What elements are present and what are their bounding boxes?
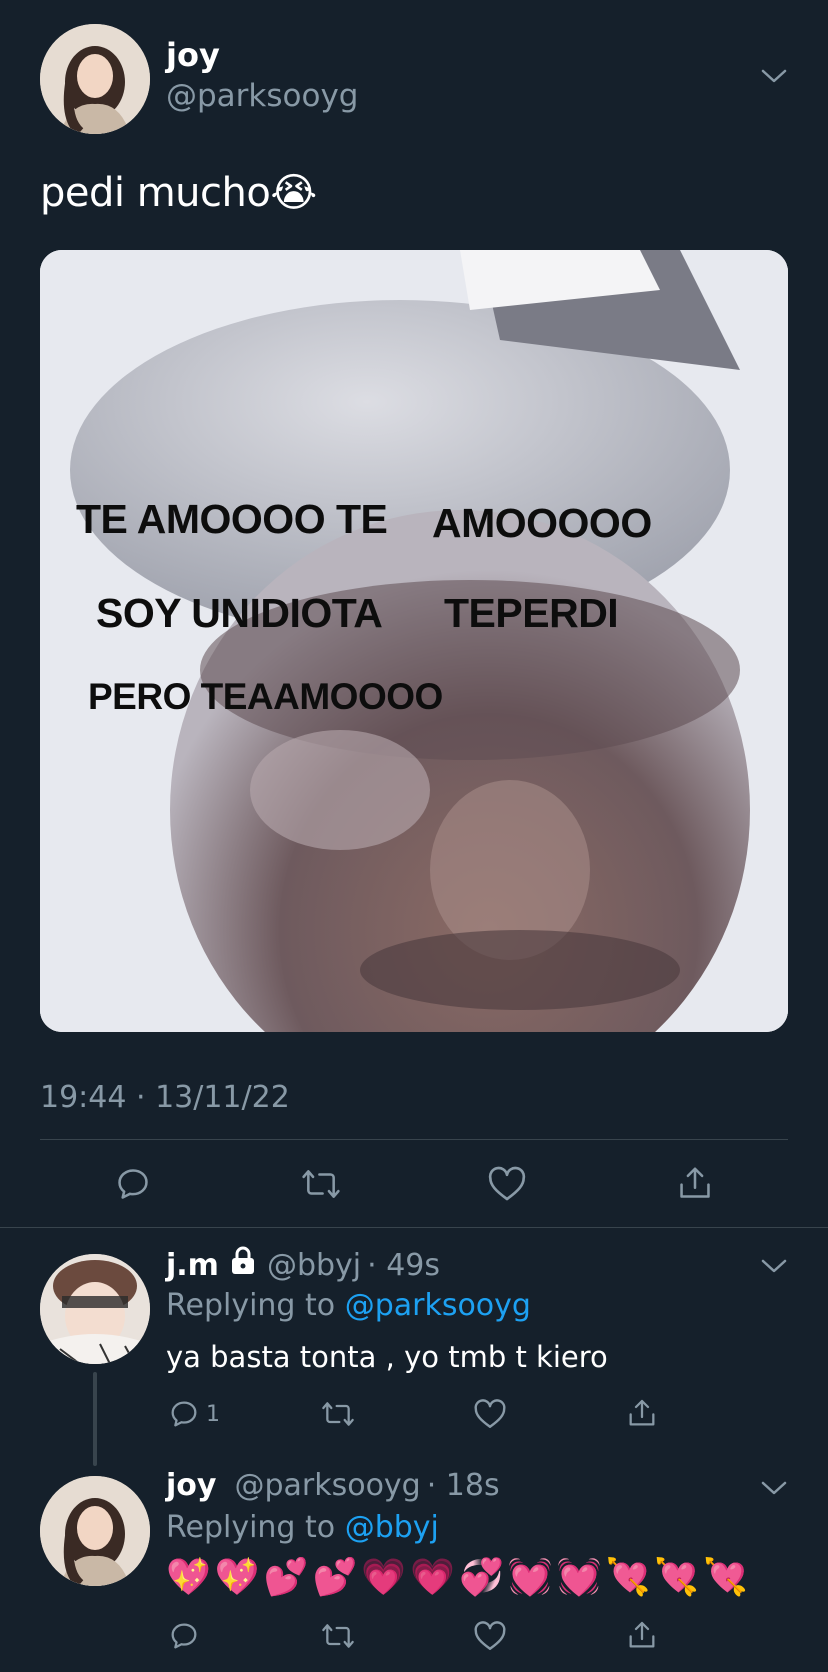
emoji: 💘 [605,1557,651,1598]
emoji: 💖 [166,1557,211,1598]
lock-icon [229,1246,257,1284]
retweet-button[interactable] [300,1165,342,1203]
heart-icon [473,1398,507,1430]
share-icon [626,1618,658,1652]
emoji: 💕 [263,1557,309,1598]
reply-author-handle[interactable]: @bbyj [267,1248,361,1283]
tweet-media-image[interactable]: TE AMOOOO TE AMOOOOO SOY UNIDIOTA TEPERD… [40,250,788,1032]
emoji: 💘 [654,1557,700,1598]
share-icon [676,1163,714,1203]
chevron-down-icon[interactable] [760,1256,788,1276]
retweet-icon [320,1398,356,1430]
tweet-timestamp[interactable]: 19:44 · 13/11/22 [40,1080,290,1115]
replying-to-label: Replying to [166,1288,336,1323]
tweet-text: pedi mucho😭 [40,170,317,216]
reply-age[interactable]: · 49s [367,1248,440,1283]
reply-avatar[interactable] [40,1254,150,1364]
reply-button[interactable]: 1 [168,1398,220,1430]
share-button[interactable] [676,1163,714,1203]
replying-to-handle[interactable]: @bbyj [345,1510,439,1545]
emoji: 💘 [703,1557,748,1598]
heart-icon [487,1165,527,1203]
meme-text-line: SOY UNIDIOTA [96,590,383,636]
author-avatar[interactable] [40,24,150,134]
meme-text-line: TEPERDI [444,590,619,636]
thread-connector [93,1372,97,1466]
retweet-button[interactable] [320,1620,356,1652]
reply-icon [114,1165,152,1203]
reply-author-name[interactable]: j.m [166,1248,219,1283]
emoji: 💕 [312,1557,358,1598]
reply-avatar[interactable] [40,1476,150,1586]
meme-text-line: PERO TEAAMOOOO [88,676,443,717]
chevron-down-icon[interactable] [760,1478,788,1498]
reply-age[interactable]: · 18s [427,1468,500,1503]
reply-author-handle[interactable]: @parksooyg [234,1468,420,1503]
replying-to-label: Replying to [166,1510,336,1545]
emoji: 💗 [361,1557,407,1598]
chevron-down-icon[interactable] [760,66,788,86]
divider [40,1139,788,1140]
divider [0,1227,828,1228]
emoji: 💓 [507,1557,553,1598]
meme-text-line: TE AMOOOO TE [76,496,388,542]
reply-emoji-text: 💖 💖 💕 💕 💗 💗 💞 💓 💓 💘 💘 💘 [166,1556,748,1598]
share-button[interactable] [626,1396,658,1430]
reply-text: ya basta tonta , yo tmb t kiero [166,1340,608,1374]
author-name[interactable]: joy [166,36,220,74]
retweet-icon [320,1620,356,1652]
reply-button[interactable] [114,1165,152,1203]
emoji: 💖 [214,1557,260,1598]
share-button[interactable] [626,1618,658,1652]
emoji: 💞 [458,1557,504,1598]
share-icon [626,1396,658,1430]
heart-icon [473,1620,507,1652]
reply-icon [168,1398,200,1430]
retweet-button[interactable] [320,1398,356,1430]
reply-author-name[interactable]: joy [166,1468,216,1503]
emoji: 💓 [556,1557,602,1598]
like-button[interactable] [473,1620,507,1652]
replying-to-handle[interactable]: @parksooyg [345,1288,531,1323]
author-handle[interactable]: @parksooyg [166,78,358,114]
meme-text-line: AMOOOOO [432,500,652,546]
reply-icon [168,1620,200,1652]
emoji: 💗 [410,1557,455,1598]
like-button[interactable] [487,1165,527,1203]
like-button[interactable] [473,1398,507,1430]
retweet-icon [300,1165,342,1203]
reply-button[interactable] [168,1620,200,1652]
reply-count: 1 [206,1401,220,1427]
